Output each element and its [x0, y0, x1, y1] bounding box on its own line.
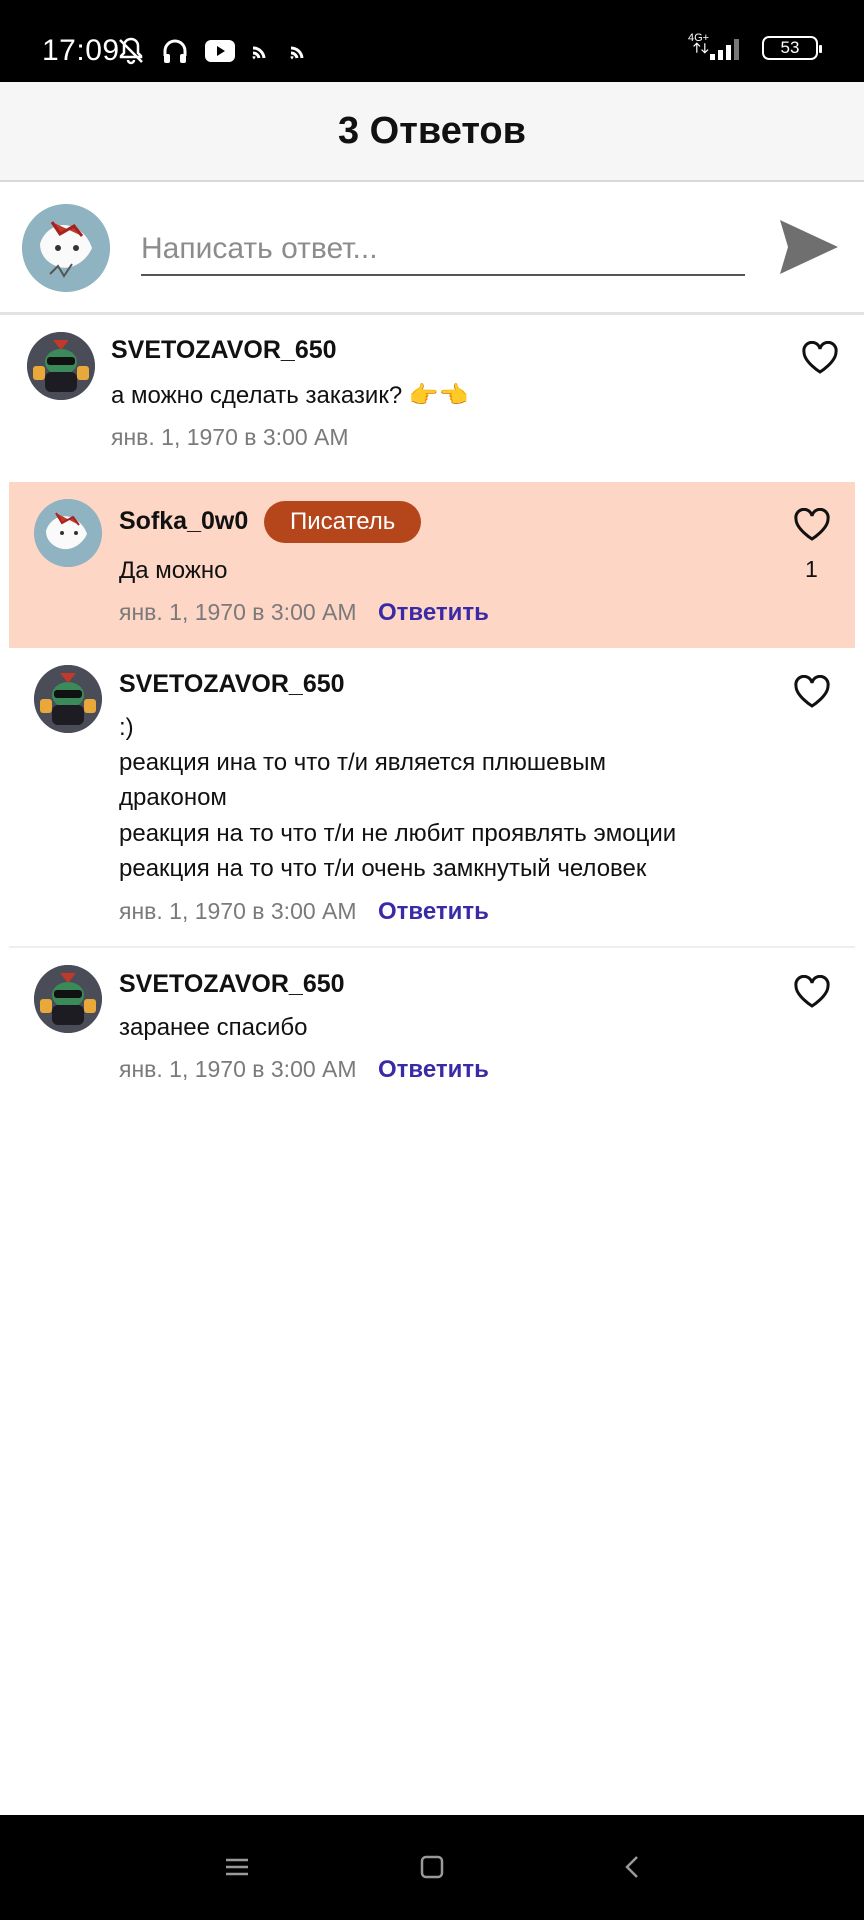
home-square-icon	[420, 1855, 444, 1879]
reply-button[interactable]: Ответить	[378, 1056, 489, 1084]
comment-text-line: драконом	[119, 784, 227, 811]
header: 3 Ответов	[0, 82, 864, 182]
status-time: 17:09	[42, 34, 120, 67]
reply-button[interactable]: Ответить	[378, 599, 489, 627]
back-button[interactable]	[610, 1845, 654, 1889]
comment-text: Да можно	[119, 557, 228, 584]
comment-username[interactable]: Sofka_0w0	[119, 507, 248, 536]
comment-timestamp: янв. 1, 1970 в 3:00 AM	[119, 1056, 357, 1082]
battery-icon: 53	[762, 36, 822, 60]
avatar[interactable]	[34, 665, 102, 733]
comment-text: а можно сделать заказик? 👉👈	[111, 382, 469, 409]
comment-text-line: реакция на то что т/и не любит проявлять…	[119, 820, 677, 847]
menu-icon	[226, 1858, 248, 1876]
like-button[interactable]	[791, 671, 833, 713]
divider	[9, 946, 855, 948]
heart-icon	[802, 341, 838, 374]
notification-icons	[116, 36, 312, 66]
like-button[interactable]	[791, 504, 833, 546]
youtube-icon	[205, 40, 235, 62]
reply-input[interactable]	[141, 224, 745, 276]
battery-level: 53	[780, 38, 800, 57]
role-badge: Писатель	[264, 501, 422, 543]
bell-off-icon	[119, 37, 143, 65]
back-chevron-icon	[625, 1856, 638, 1878]
navigation-bar	[0, 1815, 864, 1920]
like-button[interactable]	[791, 971, 833, 1013]
signal-icon: 4G+	[688, 32, 748, 62]
comment-text-line: реакция ина то что т/и является плюшевым	[119, 749, 606, 776]
page-title: 3 Ответов	[337, 109, 527, 152]
reply-button[interactable]: Ответить	[378, 898, 489, 926]
send-button[interactable]	[776, 214, 842, 280]
comment-timestamp: янв. 1, 1970 в 3:00 AM	[119, 898, 357, 924]
comment-username[interactable]: SVETOZAVOR_650	[119, 670, 345, 699]
like-count: 1	[805, 556, 818, 582]
avatar[interactable]	[34, 499, 102, 567]
comment-text-line: :)	[119, 714, 134, 741]
avatar	[22, 204, 110, 292]
menu-button[interactable]	[215, 1845, 259, 1889]
heart-icon	[794, 975, 830, 1008]
cast-icon	[252, 46, 266, 60]
avatar[interactable]	[34, 965, 102, 1033]
comment-username[interactable]: SVETOZAVOR_650	[111, 336, 337, 365]
comment-text: заранее спасибо	[119, 1014, 308, 1041]
comment-username[interactable]: SVETOZAVOR_650	[119, 970, 345, 999]
heart-icon	[794, 508, 830, 541]
status-bar: 17:09 4G+ 53	[0, 0, 864, 82]
avatar[interactable]	[27, 332, 95, 400]
reply-compose	[0, 184, 864, 315]
cast-icon	[290, 46, 304, 60]
heart-icon	[794, 675, 830, 708]
send-icon	[780, 220, 838, 274]
home-button[interactable]	[410, 1845, 454, 1889]
like-button[interactable]	[799, 337, 841, 379]
comment-timestamp: янв. 1, 1970 в 3:00 AM	[119, 599, 357, 625]
system-icons: 4G+ 53	[688, 32, 822, 62]
headphones-icon	[163, 39, 187, 63]
comment-timestamp: янв. 1, 1970 в 3:00 AM	[111, 424, 349, 450]
comment-text-line: реакция на то что т/и очень замкнутый че…	[119, 855, 647, 882]
